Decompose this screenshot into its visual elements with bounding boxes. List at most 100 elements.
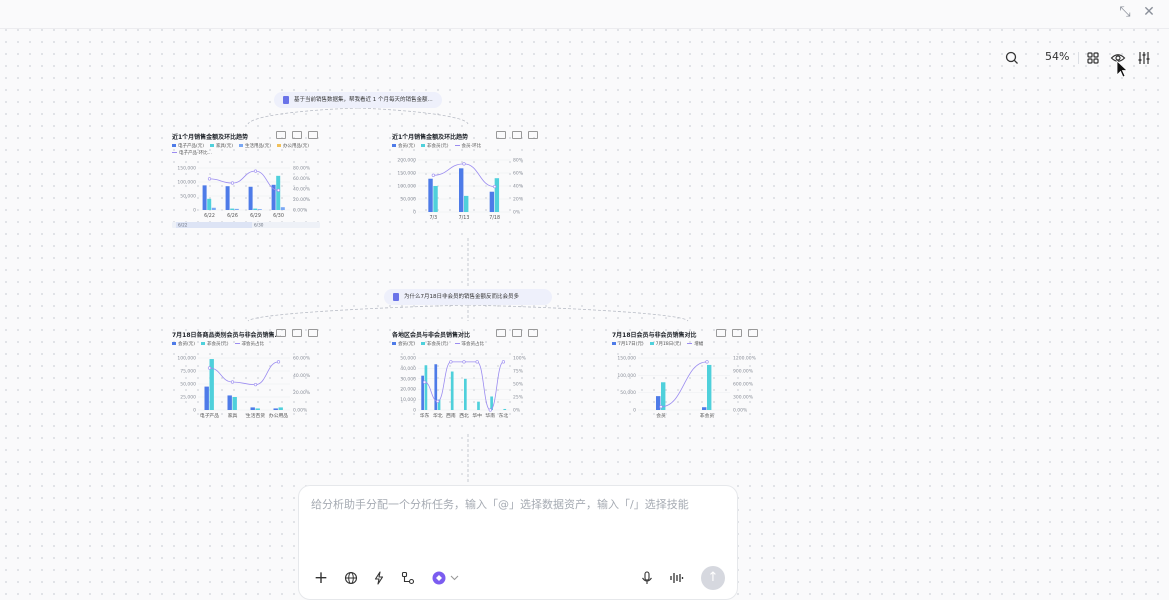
- y2-tick-label: 60.00%: [293, 356, 311, 362]
- legend-item[interactable]: 办公用品(元): [277, 144, 309, 149]
- y2-tick-label: 0.00%: [293, 208, 308, 214]
- chart-copy-icon[interactable]: [276, 131, 286, 139]
- y2-tick-label: 40%: [513, 184, 524, 190]
- task-input[interactable]: 给分析助手分配一个分析任务，输入「@」选择数据资产，输入「/」选择技能: [311, 496, 689, 512]
- chart-type-icon[interactable]: [308, 131, 318, 139]
- bar: [207, 198, 212, 210]
- chart-card-4[interactable]: 各地区会员与非会员销售对比 会员(元) 非会员(元) 非会员占比 50,000 40,00…: [392, 329, 544, 430]
- line-point: [230, 380, 235, 384]
- legend-item[interactable]: 会员(元): [392, 144, 415, 149]
- legend-item[interactable]: 非会员占比: [454, 342, 484, 347]
- y2-tick-label: 0%: [513, 408, 521, 414]
- bar: [280, 207, 285, 210]
- bar: [255, 408, 260, 410]
- legend-item[interactable]: 7月18日(元): [649, 342, 681, 347]
- chart-type-icon[interactable]: [528, 329, 538, 337]
- bar: [477, 401, 480, 410]
- x-tick-label: 生活百货: [246, 412, 265, 419]
- chart-table-icon[interactable]: [512, 131, 522, 139]
- chart-card-3[interactable]: 7月18日各商品类别会员与非会员销售... 会员(元) 非会员(元) 非会员占比 100…: [172, 329, 324, 430]
- model-selector-icon[interactable]: [431, 570, 461, 586]
- x-tick-label: 会员: [656, 412, 666, 419]
- line-point: [431, 173, 435, 177]
- workflow-icon[interactable]: [400, 570, 416, 586]
- line-point: [488, 408, 492, 412]
- chart-table-icon[interactable]: [292, 131, 302, 139]
- chart-card-2[interactable]: 近1个月销售金额及环比趋势 会员(元) 非会员(元) 会员-环比 200,000 150,…: [392, 131, 542, 232]
- y2-tick-label: 80.00%: [293, 166, 311, 172]
- chart-type-icon[interactable]: [308, 329, 318, 337]
- send-button[interactable]: ↑: [701, 566, 725, 590]
- chart-copy-icon[interactable]: [276, 329, 286, 337]
- chart-table-icon[interactable]: [732, 329, 742, 337]
- lightning-icon[interactable]: [371, 570, 387, 586]
- document-icon: [283, 96, 289, 104]
- voice-waveform-icon[interactable]: [668, 570, 684, 586]
- line-point: [475, 360, 479, 364]
- task-input-box[interactable]: 给分析助手分配一个分析任务，输入「@」选择数据资产，输入「/」选择技能 + ↑: [298, 485, 738, 600]
- y2-tick-label: 0.00%: [293, 408, 308, 414]
- y-tick-label: 25,000: [180, 395, 196, 401]
- line-point: [501, 360, 506, 364]
- chart-actions: [496, 329, 544, 337]
- legend-item[interactable]: 会员(元): [392, 342, 415, 347]
- y2-tick-label: 75%: [513, 369, 524, 375]
- chart-type-icon[interactable]: [748, 329, 758, 337]
- legend-item[interactable]: 增幅: [687, 342, 703, 347]
- legend-item[interactable]: 非会员(元): [201, 342, 229, 347]
- bar: [225, 186, 230, 210]
- y-tick-label: 100,000: [617, 373, 636, 379]
- chart-title: 7月18日会员与非会员销售对比: [612, 332, 697, 339]
- line-point: [659, 405, 663, 409]
- legend-item[interactable]: 非会员占比: [234, 342, 264, 347]
- y-tick-label: 50,000: [400, 197, 416, 203]
- x-tick-label: 华南: [485, 412, 495, 419]
- y-tick-label: 0: [413, 210, 416, 216]
- range-slider: 6/22 6/30: [172, 222, 320, 228]
- legend-item[interactable]: 非会员(元): [421, 342, 449, 347]
- legend-item[interactable]: 7月17日(元): [612, 342, 644, 347]
- bar: [204, 386, 209, 410]
- add-icon[interactable]: +: [313, 570, 329, 587]
- query-node-2[interactable]: 为什么7月18日非会员的销售金额反而比会员多: [384, 289, 552, 305]
- line-point: [493, 185, 497, 189]
- legend-item[interactable]: 电子产品(元): [172, 144, 204, 149]
- chart-card-1[interactable]: 近1个月销售金额及环比趋势 电子产品(元) 家具(元) 生活用品(元) 办公用品(元)电…: [172, 131, 322, 232]
- legend-item[interactable]: 会员(元): [172, 342, 195, 347]
- chart-plot: 200,000 150,000 100,000 50,000 0 80% 60% 40% 20%…: [397, 158, 524, 222]
- globe-icon[interactable]: [343, 570, 359, 586]
- y2-tick-label: 0%: [513, 210, 521, 216]
- line-series: [209, 361, 279, 386]
- chart-card-5[interactable]: 7月18日会员与非会员销售对比 7月17日(元) 7月18日(元) 增幅 150,000…: [612, 329, 762, 430]
- chart-table-icon[interactable]: [512, 329, 522, 337]
- y-tick-label: 100,000: [397, 184, 416, 190]
- legend-item[interactable]: 电子产品-环比...: [172, 151, 212, 156]
- chart-table-icon[interactable]: [292, 329, 302, 337]
- bar: [656, 396, 661, 410]
- chart-plot: 150,000 100,000 50,000 0 80.00% 60.00% 40.00% 2…: [172, 166, 320, 228]
- chart-actions: [276, 329, 324, 337]
- y2-tick-label: 300.00%: [733, 395, 754, 401]
- bar: [450, 371, 454, 410]
- bar: [230, 208, 235, 210]
- y-tick-label: 30,000: [400, 376, 416, 382]
- legend-item[interactable]: 会员-环比: [454, 144, 481, 149]
- chart-type-icon[interactable]: [528, 131, 538, 139]
- chart-copy-icon[interactable]: [496, 131, 506, 139]
- chart-copy-icon[interactable]: [716, 329, 726, 337]
- x-tick-label: 东北: [499, 412, 509, 419]
- chart-plot: 100,000 75,000 50,000 25,000 0 60.00% 40.00% 20…: [177, 356, 311, 420]
- chart-copy-icon[interactable]: [496, 329, 506, 337]
- bar: [234, 208, 239, 210]
- y-tick-label: 150,000: [177, 166, 196, 172]
- legend-item[interactable]: 生活用品(元): [239, 144, 271, 149]
- y2-tick-label: 25%: [513, 395, 524, 401]
- y2-tick-label: 20.00%: [293, 197, 311, 203]
- microphone-icon[interactable]: [639, 570, 655, 586]
- bar: [227, 395, 232, 410]
- legend-item[interactable]: 非会员(元): [421, 144, 449, 149]
- legend-item[interactable]: 家具(元): [210, 144, 233, 149]
- bar: [503, 408, 507, 410]
- query-node-1[interactable]: 基于当前销售数据集，帮我看近 1 个月每天的销售金额...: [274, 92, 442, 108]
- x-tick-label: 7/18: [489, 215, 500, 221]
